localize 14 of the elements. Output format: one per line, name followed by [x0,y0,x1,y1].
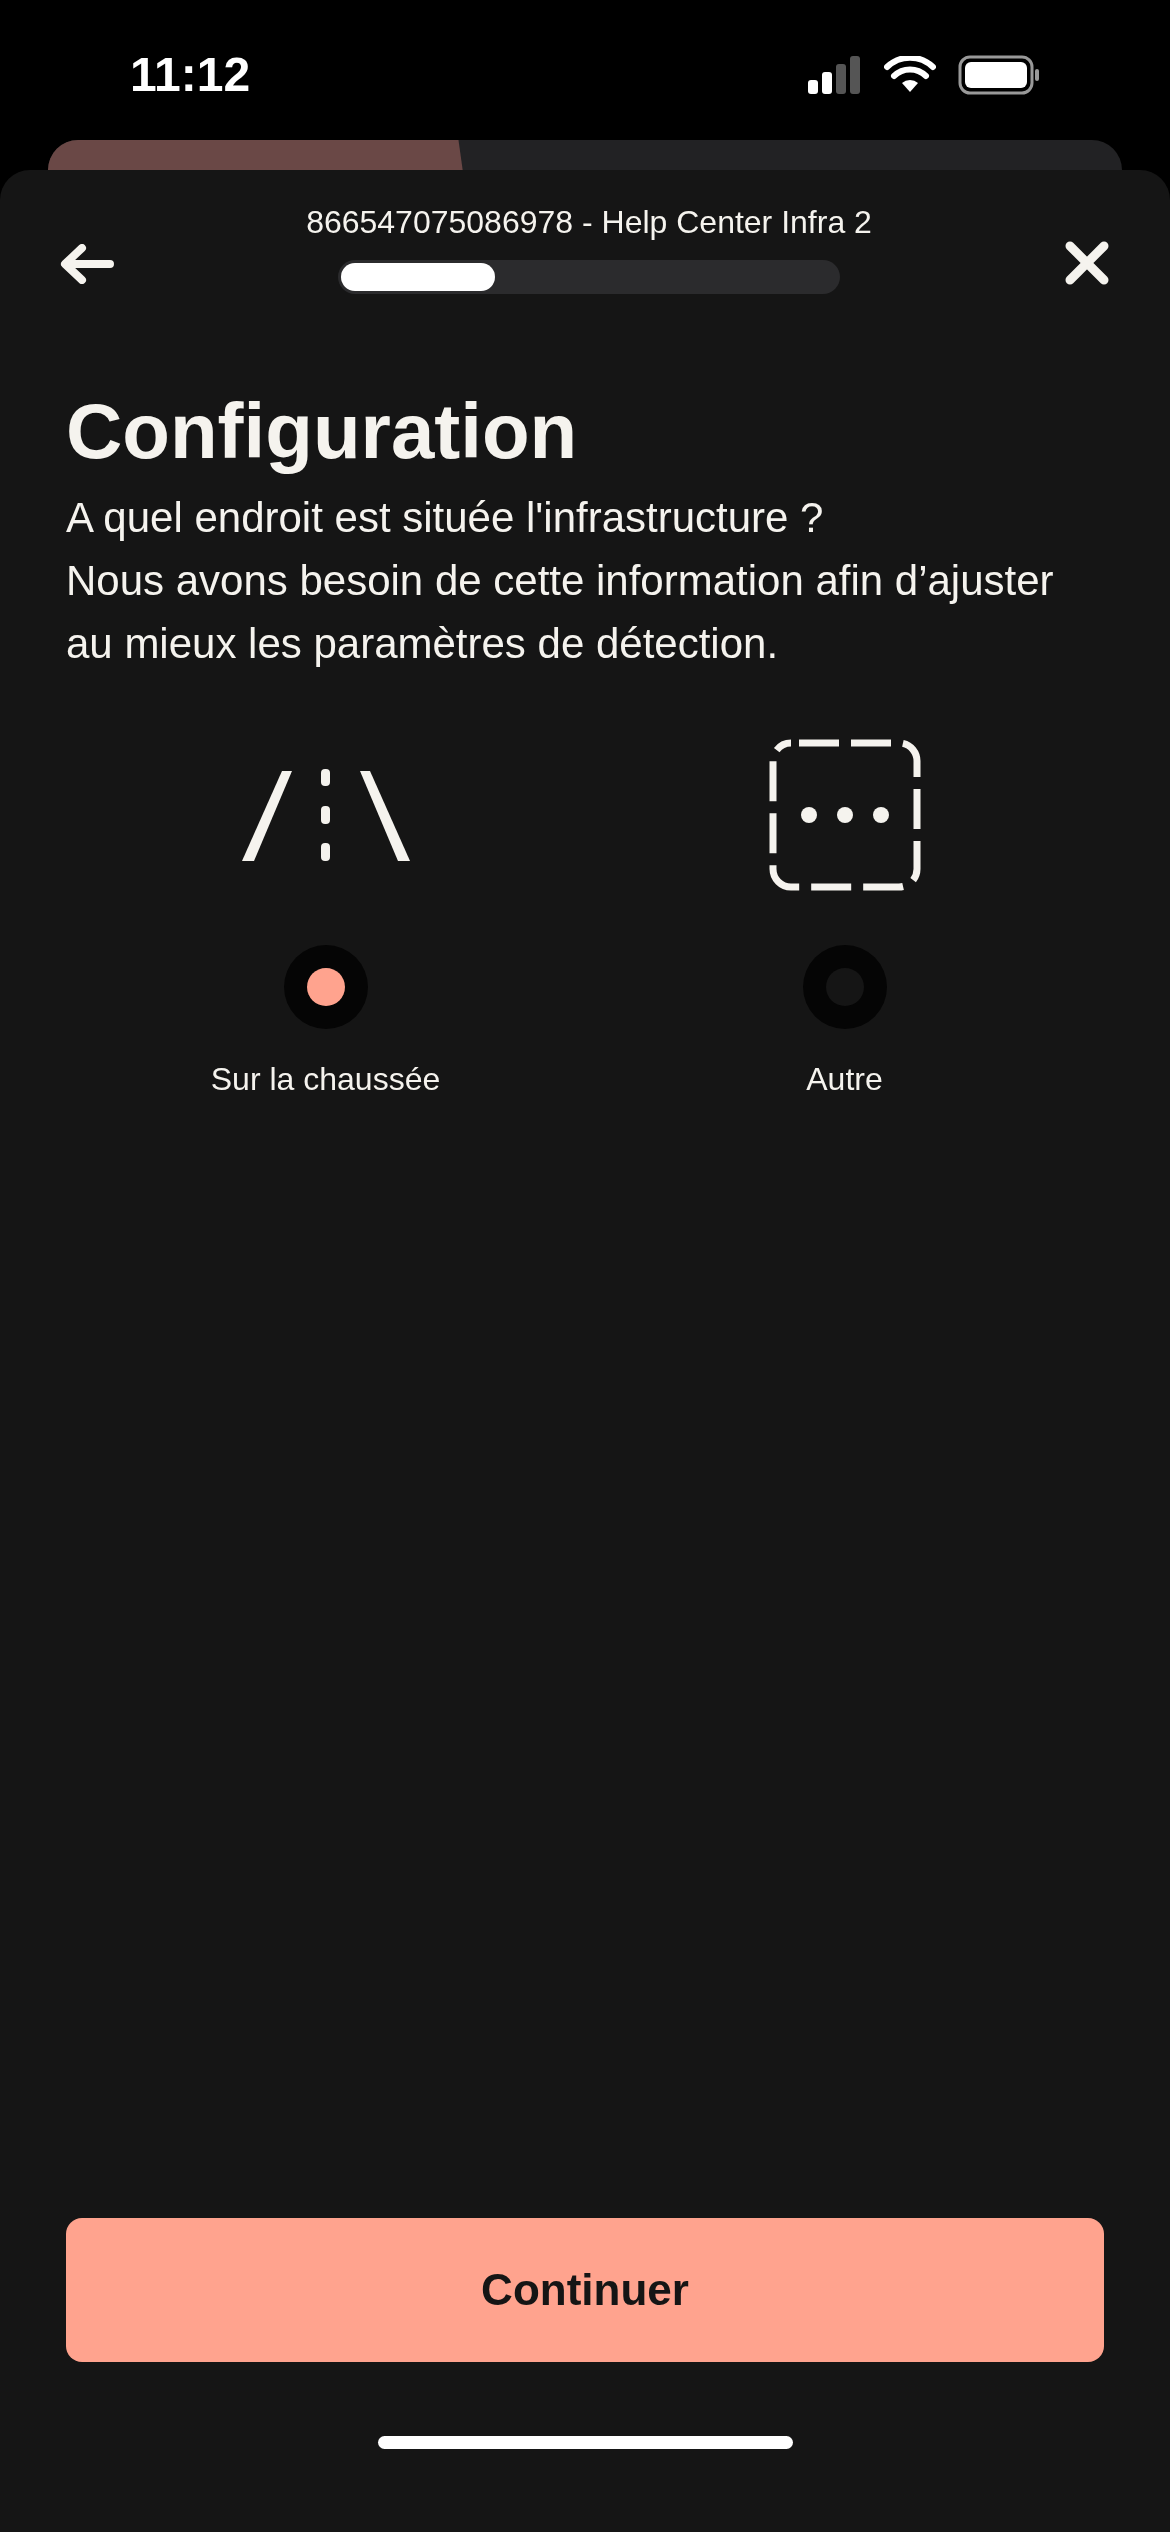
signal-icon [808,56,862,94]
wifi-icon [884,56,936,94]
road-icon [239,769,412,861]
header-title: 866547075086978 - Help Center Infra 2 [306,203,872,242]
description-text: A quel endroit est située l'infrastructure ? Nous avons besoin de cette information afin d’ajuster au mieux les paramètres de détection. [66,493,1055,669]
option-label: Autre [806,1060,883,1099]
page-heading: Configuration [66,386,579,476]
status-time: 11:12 [130,47,251,103]
close-icon [1064,240,1110,286]
battery-icon [958,55,1040,95]
back-arrow-icon [60,244,114,284]
continue-button[interactable]: Continuer [66,2218,1104,2362]
option-label: Sur la chaussée [210,1060,441,1099]
more-options-icon [768,739,921,891]
